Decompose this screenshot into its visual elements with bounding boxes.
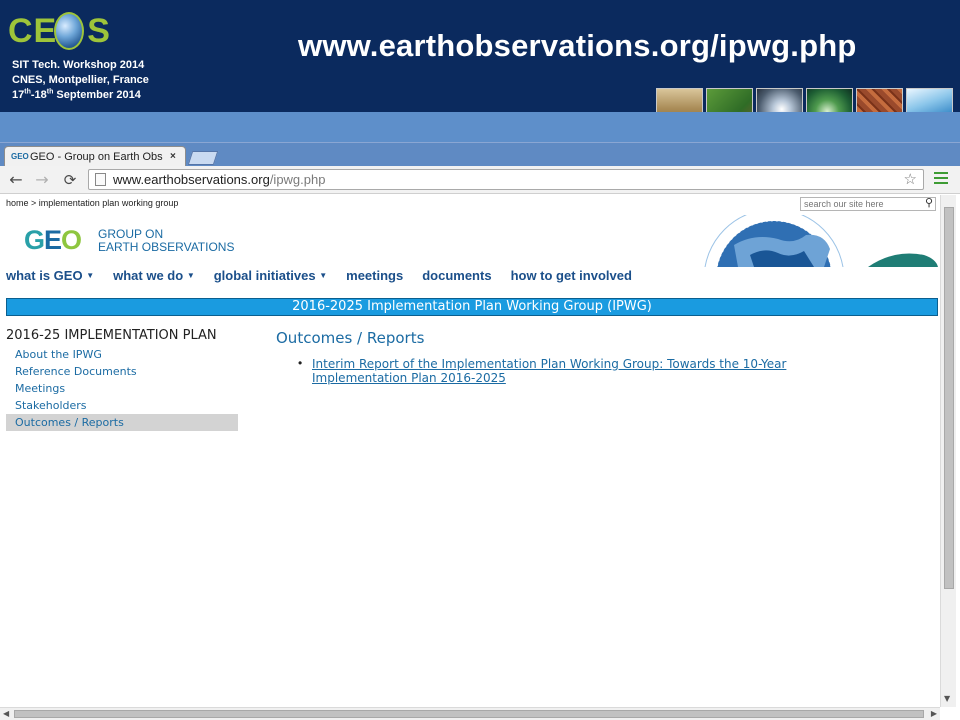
url-path: /ipwg.php xyxy=(269,172,326,187)
main-content: Outcomes / Reports Interim Report of the… xyxy=(276,329,896,385)
scroll-left-arrow-icon[interactable]: ◀ xyxy=(3,709,9,718)
list-item: Interim Report of the Implementation Pla… xyxy=(298,357,896,385)
scroll-right-arrow-icon[interactable]: ▶ xyxy=(931,709,937,718)
geo-logo-mark: GEO xyxy=(24,225,82,255)
globe-banner xyxy=(654,215,938,267)
chevron-down-icon: ▼ xyxy=(319,271,328,280)
search-icon[interactable]: ⚲ xyxy=(925,196,933,209)
ceos-logo-text-left: CE xyxy=(8,12,58,50)
page-icon xyxy=(95,173,106,186)
browser-toolbar: ← → ⟳ www.earthobservations.org/ipwg.php… xyxy=(0,166,960,194)
back-button[interactable]: ← xyxy=(6,170,26,190)
site-nav: what is GEO ▼ what we do ▼ global initia… xyxy=(6,268,651,283)
slide-band xyxy=(0,112,960,142)
nav-documents[interactable]: documents xyxy=(422,268,491,283)
chevron-down-icon: ▼ xyxy=(186,271,195,280)
horizontal-scrollbar-thumb[interactable] xyxy=(14,710,924,718)
page-title: Outcomes / Reports xyxy=(276,329,425,347)
vertical-scrollbar[interactable]: ▼ xyxy=(940,195,956,707)
site-search[interactable]: ⚲ xyxy=(800,196,936,211)
geo-favicon-icon: GEO xyxy=(11,151,29,161)
breadcrumb: home > implementation plan working group xyxy=(6,198,179,208)
close-icon[interactable]: × xyxy=(170,151,176,162)
interim-report-link[interactable]: Interim Report of the Implementation Pla… xyxy=(312,357,896,385)
workshop-dates: 17th-18th September 2014 xyxy=(12,88,141,101)
page-viewport: home > implementation plan working group… xyxy=(0,195,940,707)
nav-what-is-geo[interactable]: what is GEO ▼ xyxy=(6,268,94,283)
report-list: Interim Report of the Implementation Pla… xyxy=(276,357,896,385)
url-host: www.earthobservations.org xyxy=(113,172,270,187)
vertical-scrollbar-thumb[interactable] xyxy=(944,207,954,589)
slide-url-title: www.earthobservations.org/ipwg.php xyxy=(298,28,857,63)
new-tab-button[interactable] xyxy=(187,151,219,165)
sidebar-title: 2016-25 Implementation Plan xyxy=(6,328,217,343)
sidebar-item-outcomes-reports[interactable]: Outcomes / Reports xyxy=(6,414,238,431)
sidebar: 2016-25 Implementation Plan About the IP… xyxy=(6,328,238,431)
browser-tab[interactable]: GEO GEO - Group on Earth Obs × xyxy=(4,146,186,166)
nav-what-we-do[interactable]: what we do ▼ xyxy=(113,268,195,283)
chevron-down-icon: ▼ xyxy=(86,271,95,280)
ceos-logo-text-right: S xyxy=(87,12,111,50)
ceos-logo: CE S xyxy=(8,8,111,58)
tab-strip: GEO GEO - Group on Earth Obs × xyxy=(0,143,960,166)
workshop-title: SIT Tech. Workshop 2014 xyxy=(12,59,145,71)
nav-global-initiatives[interactable]: global initiatives ▼ xyxy=(214,268,327,283)
nav-meetings[interactable]: meetings xyxy=(346,268,403,283)
section-title-bar: 2016-2025 Implementation Plan Working Gr… xyxy=(6,298,938,316)
tab-title: GEO - Group on Earth Obs xyxy=(30,150,163,163)
scroll-down-arrow-icon[interactable]: ▼ xyxy=(944,694,950,703)
workshop-location: CNES, Montpellier, France xyxy=(12,74,149,86)
sidebar-item-about[interactable]: About the IPWG xyxy=(6,346,238,363)
geo-logo-name: GROUP ON EARTH OBSERVATIONS xyxy=(98,227,235,254)
sidebar-item-meetings[interactable]: Meetings xyxy=(6,380,238,397)
globe-icon xyxy=(54,12,84,50)
browser-window: GEO GEO - Group on Earth Obs × ← → ⟳ www… xyxy=(0,142,960,720)
reload-button[interactable]: ⟳ xyxy=(60,170,80,190)
sidebar-item-stakeholders[interactable]: Stakeholders xyxy=(6,397,238,414)
sidebar-item-reference-documents[interactable]: Reference Documents xyxy=(6,363,238,380)
forward-button[interactable]: → xyxy=(32,170,52,190)
nav-how-to-get-involved[interactable]: how to get involved xyxy=(511,268,632,283)
horizontal-scrollbar[interactable]: ◀ ▶ xyxy=(0,707,940,720)
address-bar[interactable]: www.earthobservations.org/ipwg.php ☆ xyxy=(88,169,924,190)
bookmark-star-icon[interactable]: ☆ xyxy=(904,170,917,188)
workshop-info: SIT Tech. Workshop 2014 CNES, Montpellie… xyxy=(12,58,149,103)
geo-logo[interactable]: GEO GROUP ON EARTH OBSERVATIONS xyxy=(24,225,244,259)
address-bar-url[interactable]: www.earthobservations.org/ipwg.php xyxy=(113,172,325,187)
search-input[interactable] xyxy=(801,198,919,210)
menu-icon[interactable] xyxy=(934,172,948,184)
